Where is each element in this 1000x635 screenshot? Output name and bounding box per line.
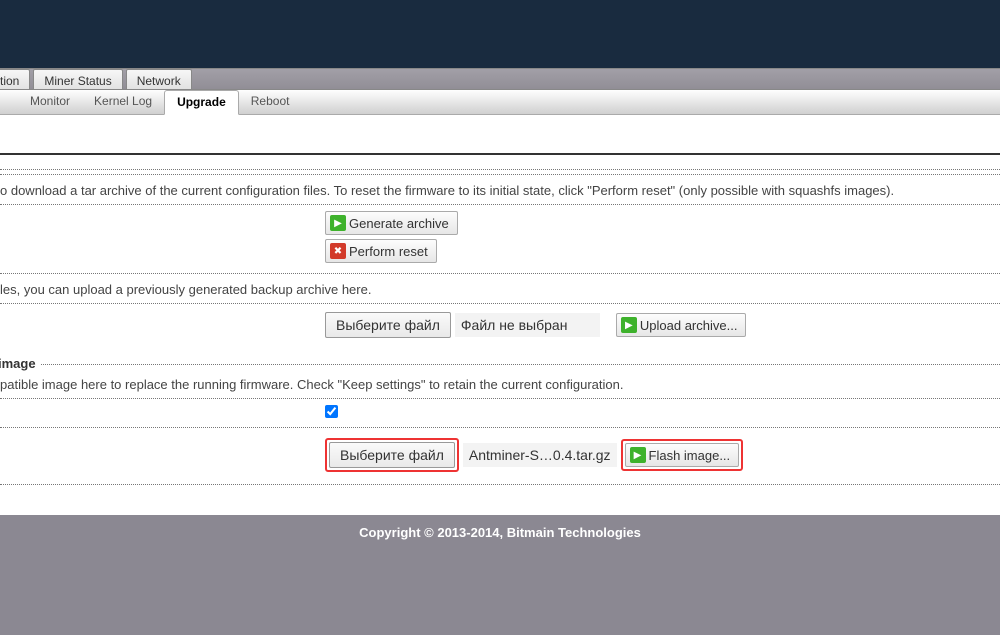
perform-reset-label: Perform reset — [349, 244, 428, 259]
play-icon: ▶ — [330, 215, 346, 231]
backup-description: o download a tar archive of the current … — [0, 175, 1000, 204]
footer: Copyright © 2013-2014, Bitmain Technolog… — [0, 515, 1000, 635]
highlight-flash-image: ▶ Flash image... — [621, 439, 744, 471]
play-icon: ▶ — [630, 447, 646, 463]
subtab-reboot[interactable]: Reboot — [239, 90, 302, 114]
top-banner — [0, 0, 1000, 68]
tab-configuration-partial[interactable]: tion — [0, 69, 30, 89]
keep-settings-checkbox[interactable] — [325, 405, 338, 418]
tab-miner-status[interactable]: Miner Status — [33, 69, 122, 89]
choose-file-button-restore[interactable]: Выберите файл — [325, 312, 451, 338]
upload-archive-button[interactable]: ▶ Upload archive... — [616, 313, 747, 337]
secondary-nav: Monitor Kernel Log Upgrade Reboot — [0, 90, 1000, 115]
copyright-text: Copyright © 2013-2014, Bitmain Technolog… — [359, 525, 641, 540]
flash-section-legend: image — [0, 356, 40, 371]
primary-nav: tion Miner Status Network — [0, 68, 1000, 90]
perform-reset-button[interactable]: ✖ Perform reset — [325, 239, 437, 263]
subtab-monitor[interactable]: Monitor — [18, 90, 82, 114]
flash-filename: Antminer-S…0.4.tar.gz — [463, 443, 617, 467]
play-icon: ▶ — [621, 317, 637, 333]
flash-image-label: Flash image... — [649, 448, 731, 463]
flash-image-button[interactable]: ▶ Flash image... — [625, 443, 740, 467]
tab-network[interactable]: Network — [126, 69, 192, 89]
upload-archive-label: Upload archive... — [640, 318, 738, 333]
highlight-choose-file: Выберите файл — [325, 438, 459, 472]
cancel-icon: ✖ — [330, 243, 346, 259]
generate-archive-label: Generate archive — [349, 216, 449, 231]
restore-filename: Файл не выбран — [455, 313, 600, 337]
restore-description: les, you can upload a previously generat… — [0, 274, 1000, 303]
generate-archive-button[interactable]: ▶ Generate archive — [325, 211, 458, 235]
flash-description: patible image here to replace the runnin… — [0, 365, 1000, 398]
choose-file-button-flash[interactable]: Выберите файл — [329, 442, 455, 468]
subtab-upgrade[interactable]: Upgrade — [164, 90, 239, 115]
subtab-kernel-log[interactable]: Kernel Log — [82, 90, 164, 114]
divider-thick — [0, 153, 1000, 155]
